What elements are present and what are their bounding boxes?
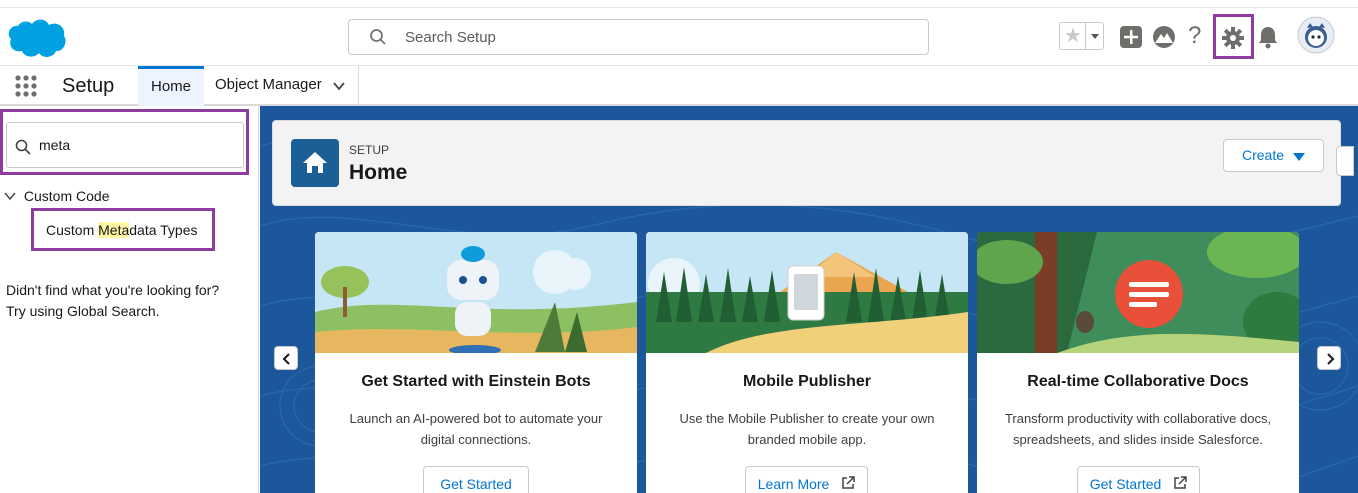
carousel-next-button[interactable]: [1317, 346, 1341, 370]
setup-home-content: SETUP Home Create Get Started with Einst…: [260, 106, 1358, 493]
einstein-bot-illustration: [315, 232, 637, 353]
create-button-label: Create: [1242, 147, 1285, 163]
card-desc-line-1: Launch an AI-powered bot to automate you…: [349, 411, 603, 426]
user-avatar[interactable]: [1297, 16, 1335, 54]
learn-more-button[interactable]: Learn More: [745, 466, 868, 493]
favorites-control[interactable]: ★: [1059, 22, 1104, 50]
chevron-down-icon: [1293, 153, 1305, 161]
chevron-down-icon[interactable]: [332, 79, 346, 93]
help-icon[interactable]: ?: [1188, 22, 1201, 50]
card-desc-line-1: Use the Mobile Publisher to create your …: [679, 411, 935, 426]
tab-object-manager-label: Object Manager: [215, 76, 322, 93]
chevron-left-icon: [282, 353, 290, 365]
quick-find-highlight-box: [0, 109, 249, 175]
card-title: Real-time Collaborative Docs: [1027, 373, 1249, 390]
page-eyebrow: SETUP: [349, 143, 390, 157]
mobile-publisher-illustration: [646, 232, 968, 353]
card-einstein-bots: Get Started with Einstein Bots Launch an…: [315, 232, 637, 493]
tree-group-label: Custom Code: [23, 188, 110, 204]
trailhead-icon[interactable]: [1151, 25, 1177, 49]
tree-group-custom-code[interactable]: Custom Code: [4, 188, 109, 204]
card-desc-line-2: branded mobile app.: [747, 432, 867, 447]
card-description: Launch an AI-powered bot to automate you…: [335, 408, 617, 450]
get-started-label: Get Started: [1089, 476, 1162, 492]
notification-bell-icon[interactable]: [1257, 25, 1279, 49]
collaborative-docs-illustration: [977, 232, 1299, 353]
global-actions-plus-icon[interactable]: [1120, 26, 1142, 48]
get-started-button[interactable]: Get Started: [423, 466, 529, 493]
favorites-dropdown-icon[interactable]: [1085, 23, 1103, 49]
setup-search-box[interactable]: Search Setup: [348, 19, 929, 55]
browser-edge: [0, 0, 1358, 8]
not-found-message: Didn't find what you're looking for? Try…: [6, 280, 219, 322]
learn-more-label: Learn More: [757, 476, 830, 492]
panel-collapse-tab[interactable]: [1336, 146, 1354, 176]
card-desc-line-2: digital connections.: [420, 432, 532, 447]
setup-sidebar: meta Custom Code Custom Metadata Types D…: [0, 106, 259, 493]
tab-home[interactable]: Home: [138, 66, 204, 106]
app-launcher-icon[interactable]: [14, 74, 38, 98]
page-header-card: SETUP Home Create: [272, 120, 1341, 206]
card-description: Use the Mobile Publisher to create your …: [666, 408, 948, 450]
favorites-star-icon[interactable]: ★: [1062, 23, 1084, 49]
card-title: Mobile Publisher: [742, 373, 871, 390]
chevron-right-icon: [1327, 353, 1335, 365]
page-title: Home: [349, 161, 408, 184]
not-found-line-2: Try using Global Search.: [6, 303, 160, 319]
home-icon: [291, 139, 339, 187]
carousel-prev-button[interactable]: [274, 346, 298, 370]
external-link-icon: [842, 476, 855, 489]
create-button[interactable]: Create: [1223, 139, 1324, 172]
tree-item-highlight-box: [31, 208, 215, 251]
card-description: Transform productivity with collaborativ…: [997, 408, 1279, 450]
card-collaborative-docs: Real-time Collaborative Docs Transform p…: [977, 232, 1299, 493]
search-icon: [370, 29, 386, 45]
not-found-line-1: Didn't find what you're looking for?: [6, 282, 220, 298]
card-title: Get Started with Einstein Bots: [361, 373, 591, 390]
chevron-down-icon[interactable]: [4, 191, 16, 201]
card-mobile-publisher: Mobile Publisher Use the Mobile Publishe…: [646, 232, 968, 493]
search-placeholder: Search Setup: [405, 29, 496, 46]
salesforce-cloud-logo[interactable]: [6, 16, 68, 60]
gear-highlight-box: [1213, 14, 1254, 59]
app-title: Setup: [62, 75, 115, 97]
tab-object-manager[interactable]: Object Manager: [205, 66, 359, 106]
global-header: Search Setup ★ ?: [0, 0, 1358, 66]
external-link-icon: [1174, 476, 1187, 489]
app-nav-bar: Setup Home Object Manager: [0, 66, 1358, 106]
card-desc-line-1: Transform productivity with collaborativ…: [1004, 411, 1272, 426]
card-desc-line-2: spreadsheets, and slides inside Salesfor…: [1012, 432, 1264, 447]
get-started-button[interactable]: Get Started: [1077, 466, 1200, 493]
